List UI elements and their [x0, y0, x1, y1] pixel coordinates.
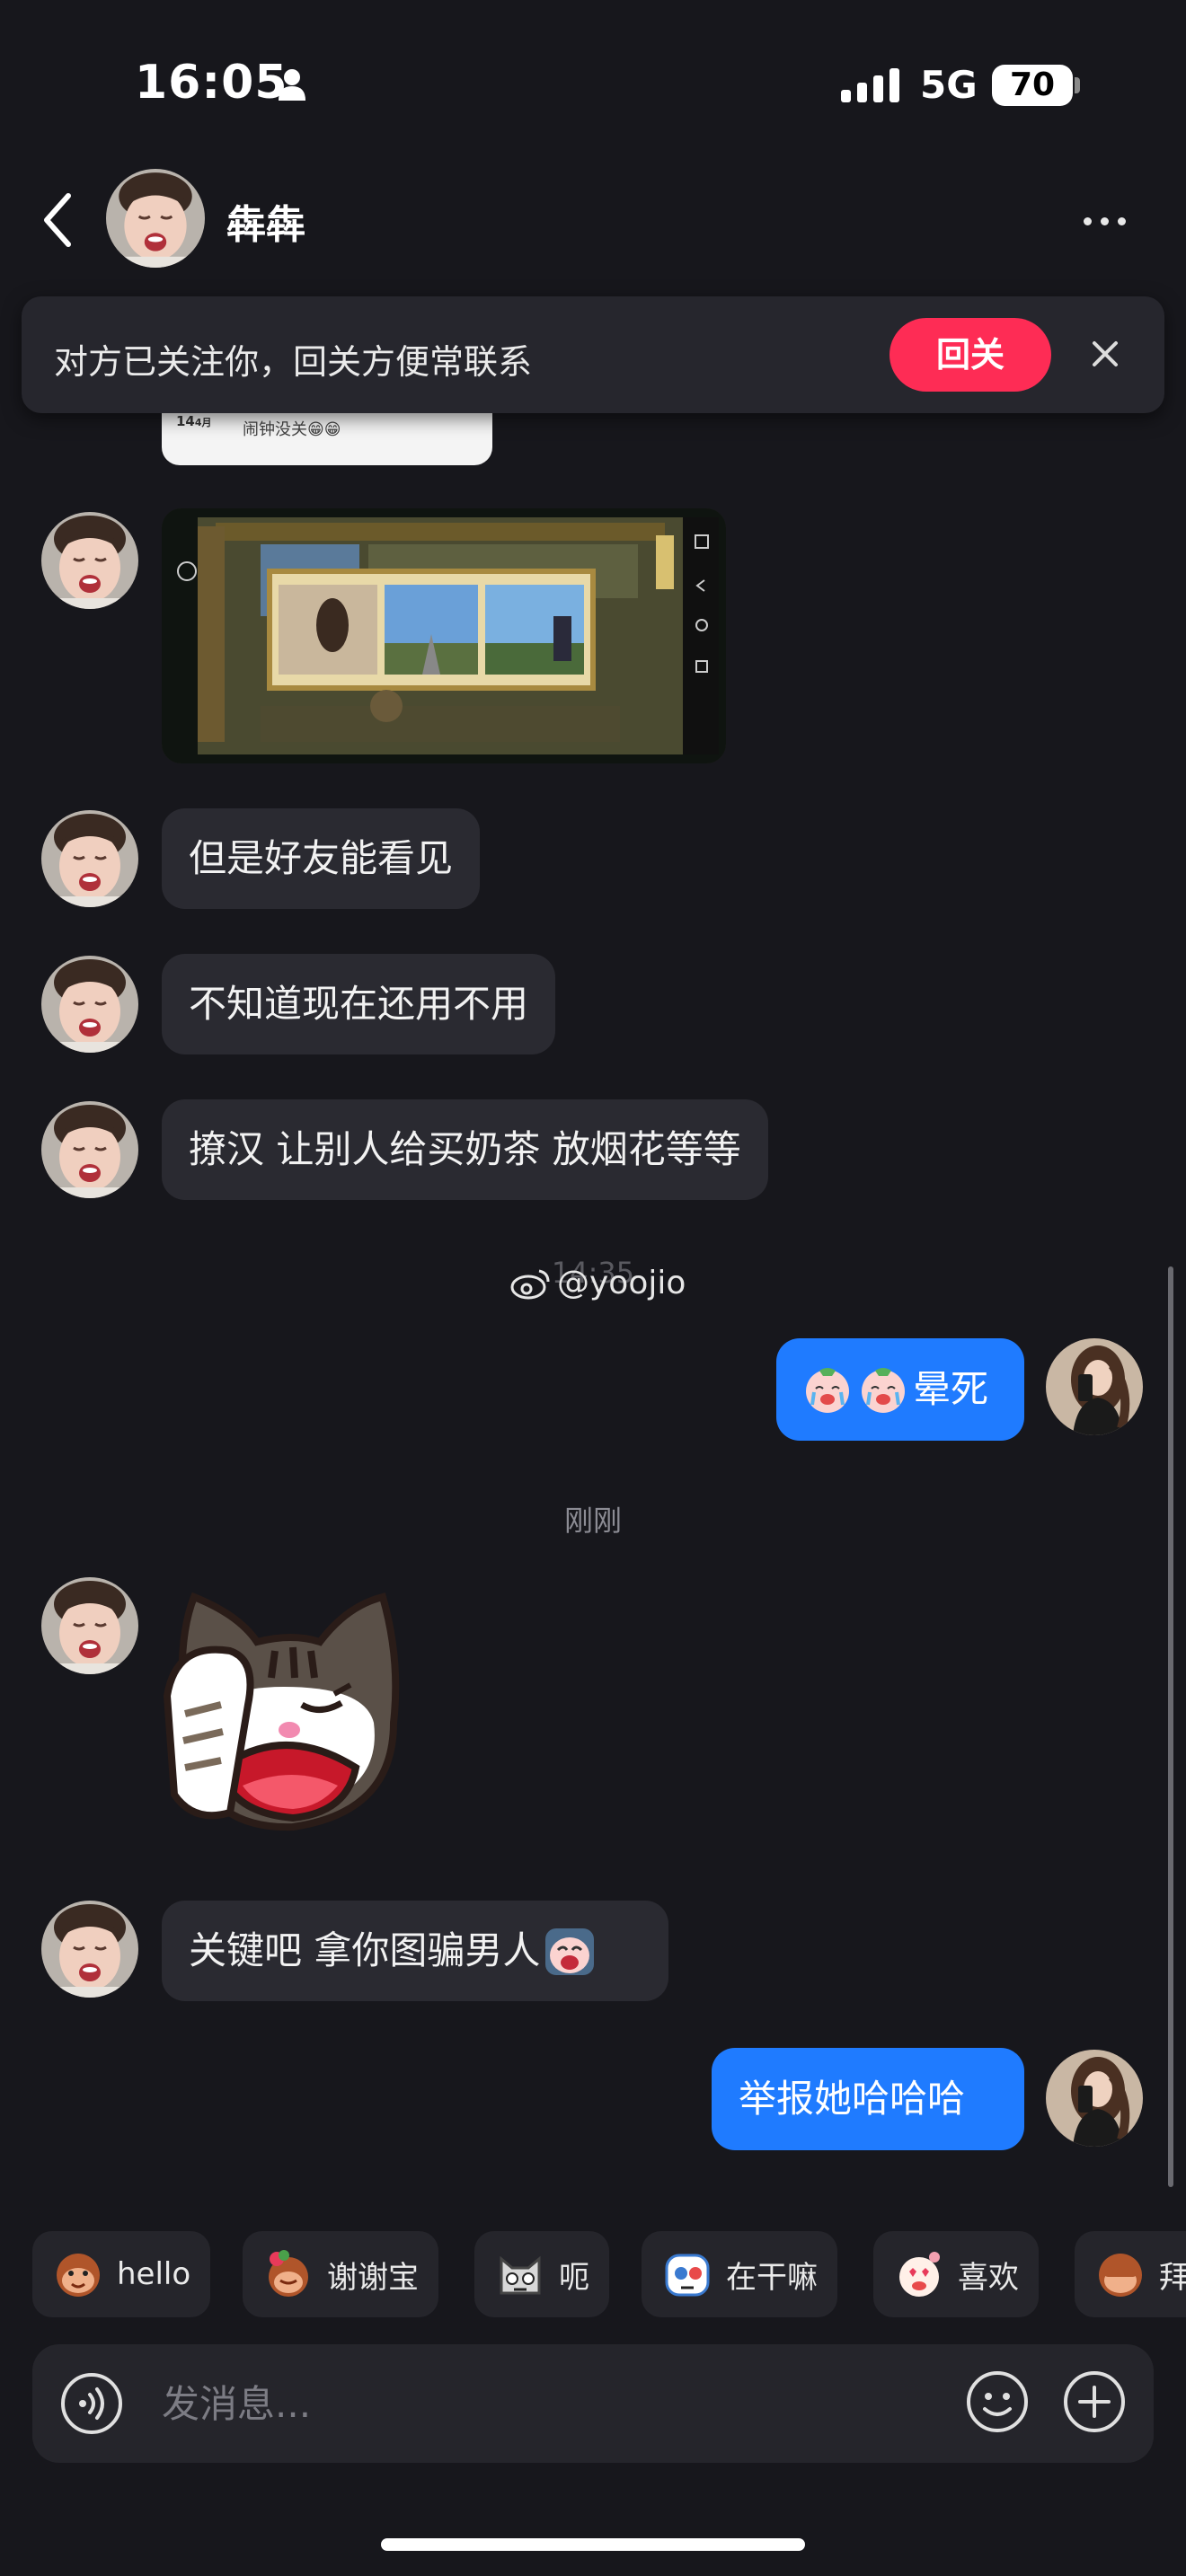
crying-face-emoji-icon: [862, 1368, 905, 1413]
network-type: 5G: [920, 63, 978, 107]
message-bubble-outgoing[interactable]: 晕死: [776, 1338, 1024, 1441]
quick-reply-bye[interactable]: 拜: [1075, 2231, 1186, 2317]
chip-label: 在干嘛: [726, 2259, 818, 2296]
battery-icon: 70: [992, 65, 1073, 106]
chip-label: 呃: [559, 2259, 589, 2296]
monkey-emoji-icon: [57, 2254, 100, 2297]
chip-label: 喜欢: [958, 2259, 1019, 2296]
weibo-watermark: @yoojio: [510, 1265, 686, 1301]
my-avatar[interactable]: [1046, 2050, 1143, 2147]
message-text: 晕死: [913, 1367, 989, 1411]
crying-face-emoji-icon: [806, 1368, 849, 1413]
chip-label: hello: [117, 2256, 191, 2292]
contact-avatar[interactable]: [41, 1577, 138, 1674]
message-bubble-outgoing[interactable]: 举报她哈哈哈: [712, 2048, 1024, 2150]
status-time: 16:05: [135, 56, 288, 110]
message-text: 关键吧 拿你图骗男人: [189, 1928, 541, 1972]
weibo-icon: [510, 1269, 550, 1299]
image-date: 144月: [176, 413, 212, 429]
quick-reply-thanks[interactable]: 谢谢宝: [243, 2231, 438, 2317]
crying-emoji-icon: [545, 1928, 595, 1975]
chip-label: 谢谢宝: [327, 2259, 419, 2296]
hearts-emoji-icon: [899, 2252, 940, 2297]
image-caption: 闹钟没关😁😁: [243, 420, 341, 439]
message-bubble-incoming[interactable]: 关键吧 拿你图骗男人: [162, 1901, 668, 2001]
back-icon[interactable]: [36, 189, 81, 251]
quick-reply-uh[interactable]: 呃: [474, 2231, 609, 2317]
message-bubble-incoming[interactable]: 但是好友能看见: [162, 808, 481, 909]
message-bubble-incoming[interactable]: 不知道现在还用不用: [162, 954, 556, 1054]
contact-name[interactable]: 犇犇: [226, 192, 305, 250]
robot-emoji-icon: [665, 2254, 710, 2297]
crying-cat-sticker[interactable]: [158, 1588, 403, 1839]
cat-emoji-icon: [500, 2255, 541, 2295]
chip-label: 拜: [1159, 2259, 1186, 2296]
watermark-text: @yoojio: [557, 1265, 686, 1301]
home-indicator[interactable]: [381, 2538, 805, 2551]
person-icon: [279, 69, 305, 101]
monkey-bye-emoji-icon: [1099, 2254, 1142, 2297]
chat-image-game-screenshot[interactable]: [162, 508, 726, 763]
my-avatar[interactable]: [1046, 1338, 1143, 1435]
monkey-flower-emoji-icon: [269, 2250, 308, 2297]
close-icon[interactable]: [1085, 334, 1125, 374]
voice-input-icon[interactable]: [59, 2371, 124, 2436]
contact-avatar[interactable]: [106, 169, 205, 268]
contact-avatar[interactable]: [41, 810, 138, 907]
battery-cap: [1075, 77, 1080, 93]
contact-avatar[interactable]: [41, 512, 138, 609]
timestamp: 刚刚: [563, 1504, 622, 1538]
follow-banner-text: 对方已关注你，回关方便常联系: [54, 342, 533, 382]
cellular-signal-icon: [841, 68, 899, 102]
contact-avatar[interactable]: [41, 1901, 138, 1998]
more-options-icon[interactable]: [1084, 203, 1134, 239]
quick-reply-hello[interactable]: hello: [32, 2231, 211, 2317]
quick-reply-like[interactable]: 喜欢: [873, 2231, 1039, 2317]
contact-avatar[interactable]: [41, 1101, 138, 1198]
message-input[interactable]: [162, 2366, 934, 2441]
scrollbar[interactable]: [1168, 1266, 1173, 2187]
emoji-icon[interactable]: [965, 2369, 1030, 2434]
add-attachment-icon[interactable]: [1062, 2369, 1127, 2434]
message-bubble-incoming[interactable]: 撩汉 让别人给买奶茶 放烟花等等: [162, 1099, 768, 1200]
contact-avatar[interactable]: [41, 956, 138, 1053]
follow-back-button[interactable]: 回关: [890, 318, 1051, 392]
quick-reply-whatsup[interactable]: 在干嘛: [642, 2231, 837, 2317]
